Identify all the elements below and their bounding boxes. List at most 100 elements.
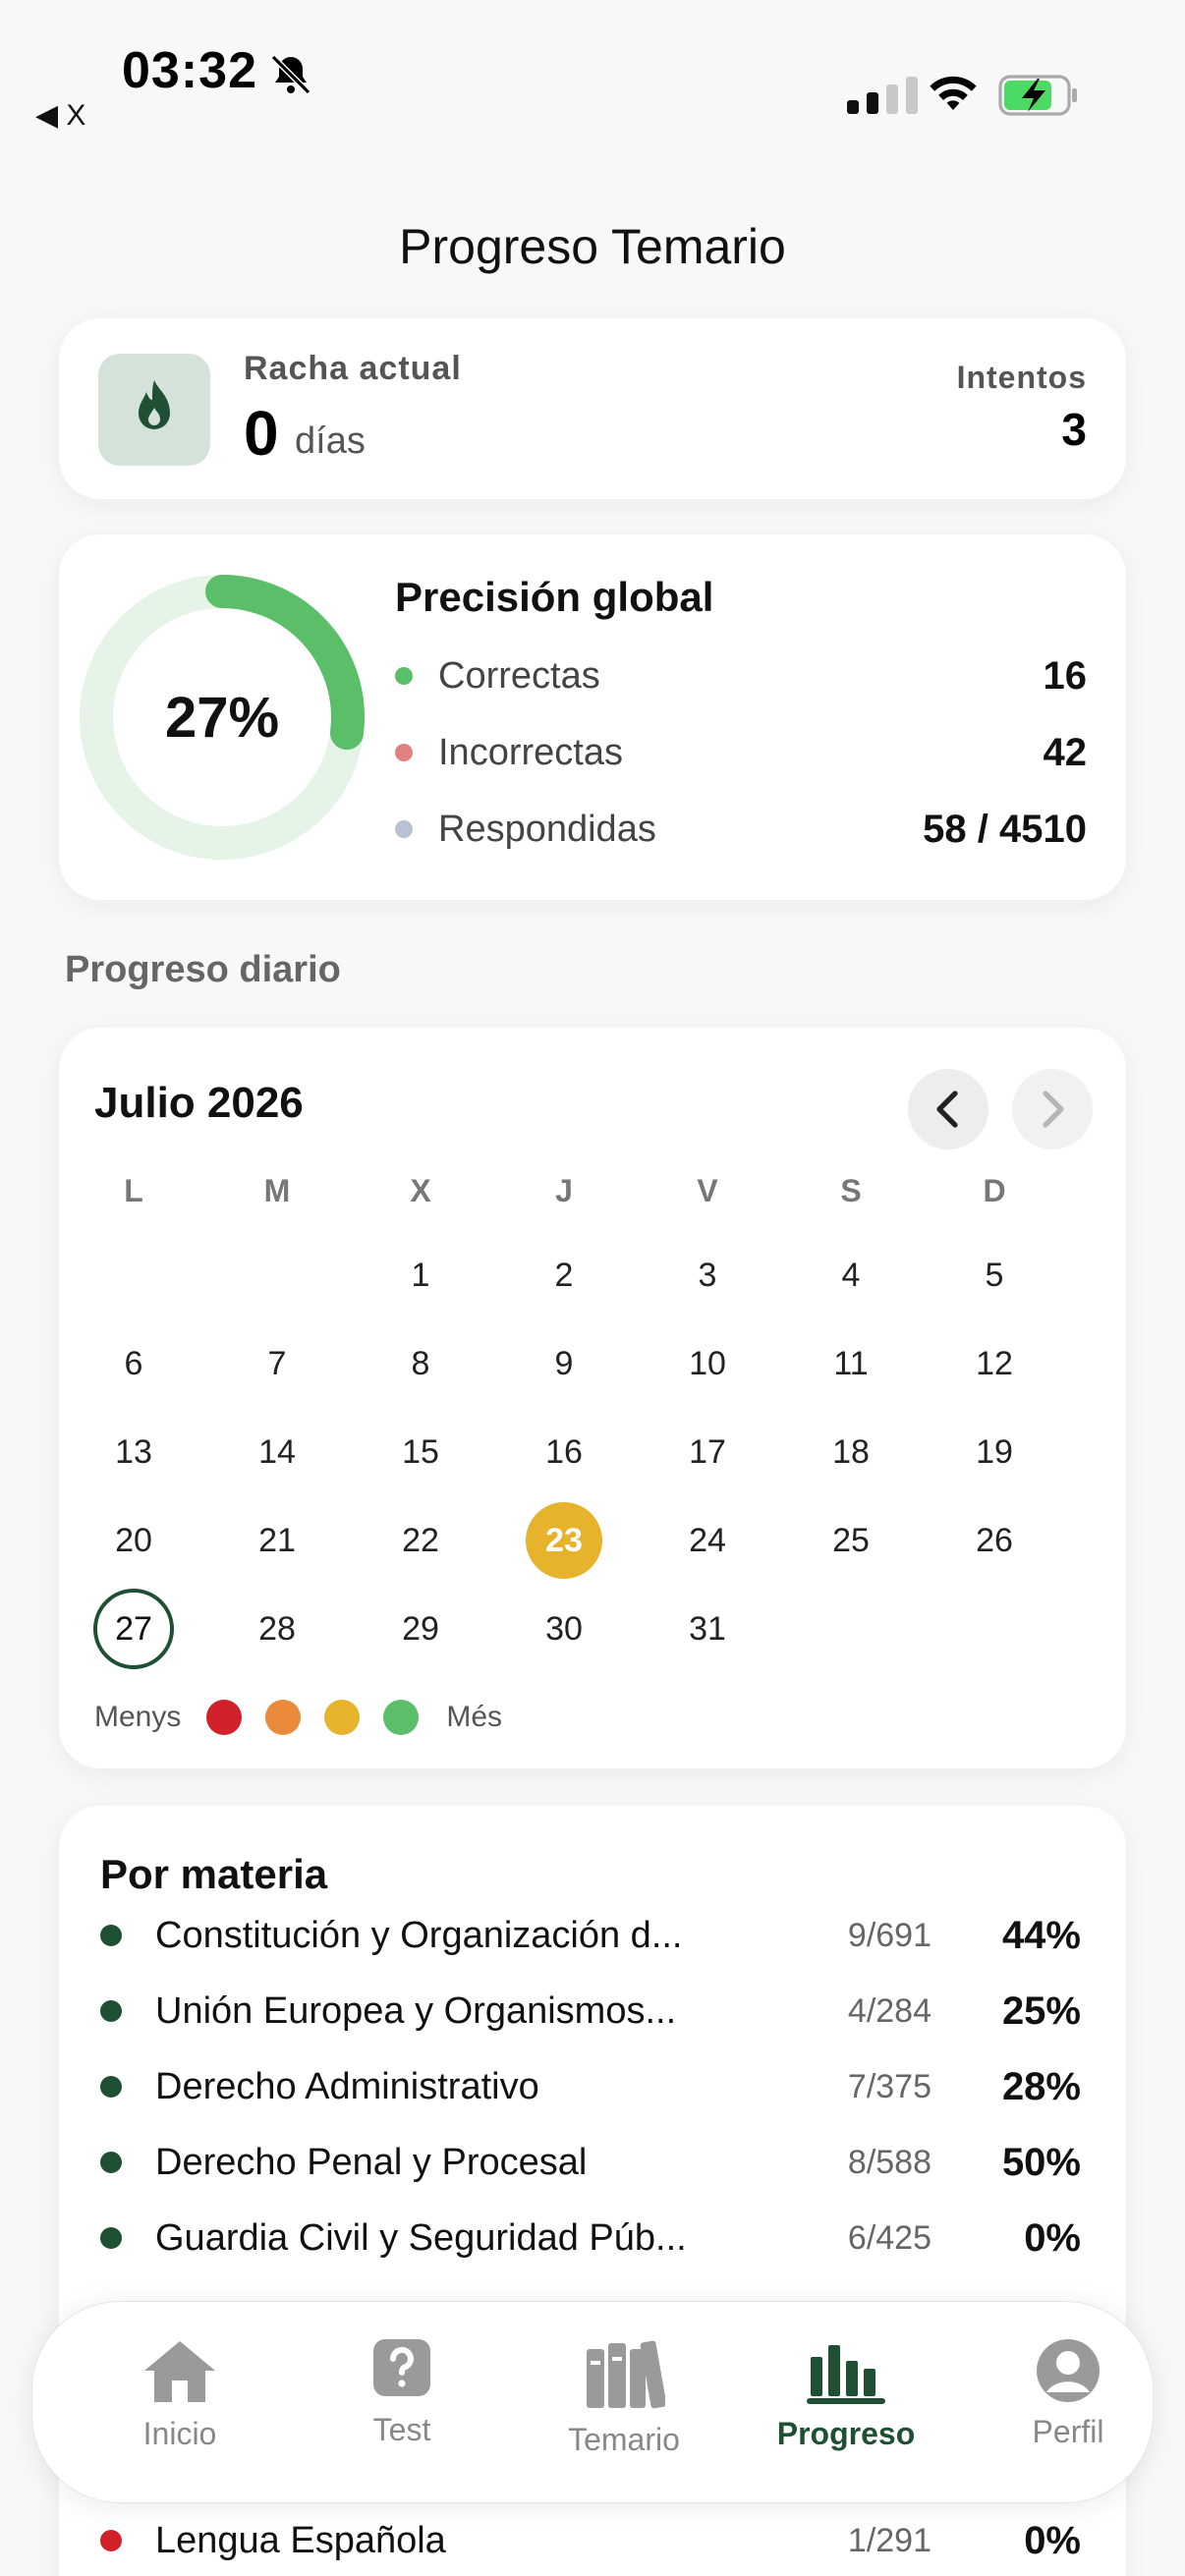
subject-row[interactable]: Constitución y Organización d... 9/691 44% — [100, 1908, 1089, 1963]
battery-charging-icon — [998, 75, 1077, 116]
tab-progreso[interactable]: Progreso — [738, 2337, 954, 2452]
page-title: Progreso Temario — [399, 219, 786, 274]
calendar-day[interactable]: 1 — [371, 1234, 470, 1316]
answered-row: Respondidas 58 / 4510 — [395, 800, 1087, 859]
subject-name: Constitución y Organización d... — [155, 1914, 683, 1956]
calendar-day[interactable]: 21 — [228, 1499, 326, 1582]
tab-perfil-label: Perfil — [1032, 2414, 1104, 2449]
streak-card: Racha actual 0 días Intentos 3 — [59, 318, 1126, 499]
weekday-header: X — [410, 1173, 431, 1208]
subject-count: 1/291 — [847, 2521, 931, 2559]
subject-row[interactable]: Derecho Penal y Procesal 8/588 50% — [100, 2135, 1089, 2190]
legend-red-dot — [206, 1700, 243, 1735]
subject-dot — [100, 2076, 122, 2098]
calendar-day-today[interactable]: 23 — [515, 1499, 613, 1582]
correct-dot — [395, 667, 413, 685]
tab-perfil[interactable]: Perfil — [960, 2337, 1176, 2450]
weekday-header: J — [555, 1173, 573, 1208]
calendar-day[interactable]: 31 — [658, 1588, 757, 1670]
answered-dot — [395, 820, 413, 838]
legend-less-label: Menys — [94, 1701, 182, 1733]
legend-yellow-dot — [324, 1700, 361, 1735]
calendar-day[interactable]: 18 — [802, 1411, 900, 1493]
tab-test[interactable]: Test — [294, 2337, 510, 2448]
legend-green-dot — [383, 1700, 420, 1735]
calendar-day[interactable]: 15 — [371, 1411, 470, 1493]
subject-count: 9/691 — [847, 1916, 931, 1954]
calendar-day-number: 27 — [93, 1589, 174, 1669]
attempts-label: Intentos — [956, 360, 1087, 395]
weekday-header: D — [983, 1173, 1006, 1208]
tab-test-label: Test — [372, 2412, 431, 2447]
calendar-day[interactable]: 13 — [85, 1411, 183, 1493]
tab-inicio[interactable]: Inicio — [72, 2337, 288, 2452]
calendar-day[interactable]: 8 — [371, 1322, 470, 1405]
chevron-right-icon — [1043, 1091, 1064, 1128]
subject-percent: 28% — [1001, 2064, 1081, 2108]
tab-temario[interactable]: Temario — [516, 2337, 732, 2458]
calendar-day[interactable]: 14 — [228, 1411, 326, 1493]
subject-row[interactable]: Guardia Civil y Seguridad Púb... 6/425 0% — [100, 2211, 1089, 2266]
correct-row: Correctas 16 — [395, 646, 1087, 705]
bell-off-icon — [270, 54, 311, 95]
weekday-header: S — [840, 1173, 862, 1208]
calendar-day-selected[interactable]: 27 — [85, 1588, 183, 1670]
calendar-day[interactable]: 26 — [945, 1499, 1044, 1582]
back-to-app-link[interactable]: ◀ X — [35, 98, 85, 133]
subject-row[interactable]: Unión Europea y Organismos... 4/284 25% — [100, 1984, 1089, 2039]
attempts-value: 3 — [1061, 404, 1087, 455]
previous-month-button[interactable] — [908, 1069, 988, 1149]
calendar-day[interactable]: 11 — [802, 1322, 900, 1405]
calendar-day[interactable]: 10 — [658, 1322, 757, 1405]
next-month-button[interactable] — [1012, 1069, 1093, 1149]
incorrect-value: 42 — [1043, 730, 1088, 774]
correct-label: Correctas — [438, 654, 600, 697]
calendar-day[interactable]: 7 — [228, 1322, 326, 1405]
calendar-day[interactable]: 19 — [945, 1411, 1044, 1493]
calendar-day[interactable]: 22 — [371, 1499, 470, 1582]
streak-unit: días — [295, 420, 366, 462]
streak-label: Racha actual — [244, 350, 462, 387]
calendar-day-number: 23 — [526, 1502, 602, 1579]
calendar-day[interactable]: 16 — [515, 1411, 613, 1493]
wifi-icon — [930, 76, 977, 110]
subject-name: Derecho Administrativo — [155, 2065, 539, 2107]
daily-progress-label: Progreso diario — [65, 949, 341, 990]
calendar-day[interactable]: 2 — [515, 1234, 613, 1316]
calendar-day[interactable]: 6 — [85, 1322, 183, 1405]
precision-title: Precisión global — [395, 574, 714, 620]
calendar-month-title: Julio 2026 — [94, 1079, 304, 1127]
chevron-left-icon — [936, 1091, 958, 1128]
legend-orange-dot — [265, 1700, 302, 1735]
streak-icon-box — [98, 354, 210, 466]
subject-dot — [100, 2227, 122, 2249]
calendar-day[interactable]: 5 — [945, 1234, 1044, 1316]
calendar-day[interactable]: 28 — [228, 1588, 326, 1670]
calendar-day[interactable]: 17 — [658, 1411, 757, 1493]
flame-icon — [139, 380, 170, 429]
subject-name: Guardia Civil y Seguridad Púb... — [155, 2216, 687, 2259]
legend-more-label: Més — [446, 1701, 503, 1733]
subject-percent: 0% — [1024, 2518, 1081, 2562]
subject-dot — [100, 2000, 122, 2022]
subject-count: 4/284 — [847, 1991, 931, 2030]
correct-value: 16 — [1043, 653, 1088, 698]
subject-percent: 44% — [1001, 1913, 1081, 1957]
calendar-day[interactable]: 3 — [658, 1234, 757, 1316]
calendar-day[interactable]: 29 — [371, 1588, 470, 1670]
calendar-day[interactable]: 24 — [658, 1499, 757, 1582]
calendar-day[interactable]: 12 — [945, 1322, 1044, 1405]
calendar-day[interactable]: 9 — [515, 1322, 613, 1405]
calendar-day[interactable]: 25 — [802, 1499, 900, 1582]
subject-count: 7/375 — [847, 2067, 931, 2105]
precision-card: 27% Precisión global Correctas 16 Incorr… — [59, 534, 1126, 900]
subject-row[interactable]: Derecho Administrativo 7/375 28% — [100, 2059, 1089, 2114]
calendar-day[interactable]: 30 — [515, 1588, 613, 1670]
subject-name: Derecho Penal y Procesal — [155, 2141, 588, 2183]
calendar-day[interactable]: 4 — [802, 1234, 900, 1316]
incorrect-row: Incorrectas 42 — [395, 723, 1087, 782]
app-screen: ◀ X 03:32 Progreso Temario Racha actual — [0, 0, 1185, 2576]
calendar-day[interactable]: 20 — [85, 1499, 183, 1582]
subject-row[interactable]: Lengua Española 1/291 0% — [100, 2513, 1089, 2568]
weekday-header: V — [697, 1173, 718, 1208]
